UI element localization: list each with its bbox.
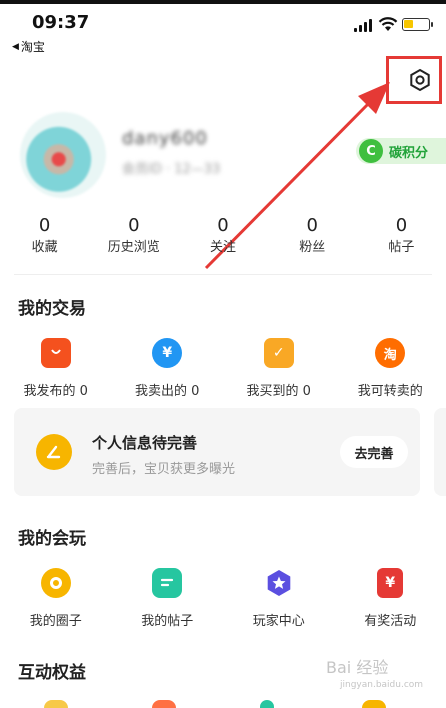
play-item-label: 有奖活动 (364, 614, 417, 629)
back-app-label: 淘宝 (20, 40, 45, 54)
watermark-text: Bai 经验 (326, 658, 389, 677)
watermark-url: jingyan.baidu.com (340, 680, 424, 690)
stat-fans[interactable]: 0 粉丝 (268, 214, 357, 262)
profile-completion-card[interactable]: 个人信息待完善 完善后，宝贝获更多曝光 去完善 (14, 408, 420, 496)
edit-pen-icon (36, 434, 72, 470)
username: dany600 (122, 128, 208, 149)
play-item-posts[interactable]: 我的帖子 (112, 568, 224, 629)
play-item-player-center[interactable]: 玩家中心 (223, 568, 335, 629)
taobao-icon: 淘 (375, 338, 406, 368)
stat-value: 0 (217, 215, 229, 236)
play-row: 我的圈子 我的帖子 玩家中心 ¥ 有奖活动 (0, 568, 446, 629)
play-item-circles[interactable]: 我的圈子 (0, 568, 112, 629)
checklist-icon: ✓ (263, 338, 294, 368)
cellular-signal-icon (354, 18, 372, 32)
carbon-c-icon: C (359, 139, 383, 163)
stat-label: 帖子 (388, 240, 415, 255)
back-to-app-link[interactable]: ◀ 淘宝 (12, 38, 45, 55)
settings-icon[interactable] (408, 68, 432, 92)
next-card-peek[interactable] (434, 408, 446, 496)
circle-icon (40, 568, 71, 598)
red-packet-icon: ¥ (377, 568, 404, 598)
yen-icon: ¥ (152, 338, 183, 368)
stat-value: 0 (306, 215, 318, 236)
post-icon (152, 568, 183, 598)
stat-label: 粉丝 (299, 240, 326, 255)
stat-label: 关注 (210, 240, 237, 255)
back-triangle-icon: ◀ (12, 41, 19, 52)
shopping-bag-icon (40, 338, 71, 368)
trade-item-label: 我可转卖的 (357, 384, 423, 399)
play-item-label: 我的圈子 (29, 614, 82, 629)
status-time: 09:37 (32, 12, 90, 33)
card-subtitle: 完善后，宝贝获更多曝光 (92, 462, 236, 477)
carbon-points-badge[interactable]: C 碳积分 (356, 138, 446, 164)
trade-item-published[interactable]: 我发布的 0 (0, 338, 112, 399)
play-item-rewards[interactable]: ¥ 有奖活动 (335, 568, 446, 629)
trade-item-label: 我买到的 0 (246, 384, 311, 399)
section-title-rights: 互动权益 (18, 663, 86, 683)
status-bar: 09:37 ◀ 淘宝 (0, 4, 446, 56)
divider (14, 274, 432, 275)
play-item-label: 玩家中心 (252, 614, 305, 629)
stat-history[interactable]: 0 历史浏览 (89, 214, 178, 262)
watermark: Bai 经验 jingyan.baidu.com (326, 654, 423, 690)
complete-profile-button[interactable]: 去完善 (340, 436, 408, 468)
section-title-trade: 我的交易 (18, 299, 86, 319)
star-badge-icon (264, 568, 294, 598)
trade-item-label: 我卖出的 0 (135, 384, 200, 399)
wifi-icon (378, 17, 398, 31)
section-title-play: 我的会玩 (18, 529, 86, 549)
stat-value: 0 (395, 215, 408, 236)
trade-item-bought[interactable]: ✓ 我买到的 0 (223, 338, 335, 399)
stat-label: 收藏 (31, 240, 58, 255)
stat-label: 历史浏览 (107, 240, 160, 255)
stat-following[interactable]: 0 关注 (178, 214, 267, 262)
avatar[interactable] (20, 112, 106, 198)
stat-value: 0 (38, 215, 51, 236)
stat-value: 0 (128, 215, 140, 236)
play-item-label: 我的帖子 (141, 614, 194, 629)
user-subtitle: 会员ID · 12—33 (122, 162, 221, 177)
trade-item-label: 我发布的 0 (23, 384, 88, 399)
trade-item-sold[interactable]: ¥ 我卖出的 0 (112, 338, 224, 399)
carbon-points-label: 碳积分 (389, 145, 429, 161)
stats-row: 0 收藏 0 历史浏览 0 关注 0 粉丝 0 帖子 (0, 214, 446, 262)
battery-icon (402, 18, 433, 31)
rights-icons-peek (0, 700, 446, 708)
stat-favorites[interactable]: 0 收藏 (0, 214, 89, 262)
card-title: 个人信息待完善 (92, 434, 198, 452)
trade-item-resellable[interactable]: 淘 我可转卖的 (335, 338, 446, 399)
trade-row: 我发布的 0 ¥ 我卖出的 0 ✓ 我买到的 0 淘 我可转卖的 (0, 338, 446, 399)
stat-posts[interactable]: 0 帖子 (357, 214, 446, 262)
